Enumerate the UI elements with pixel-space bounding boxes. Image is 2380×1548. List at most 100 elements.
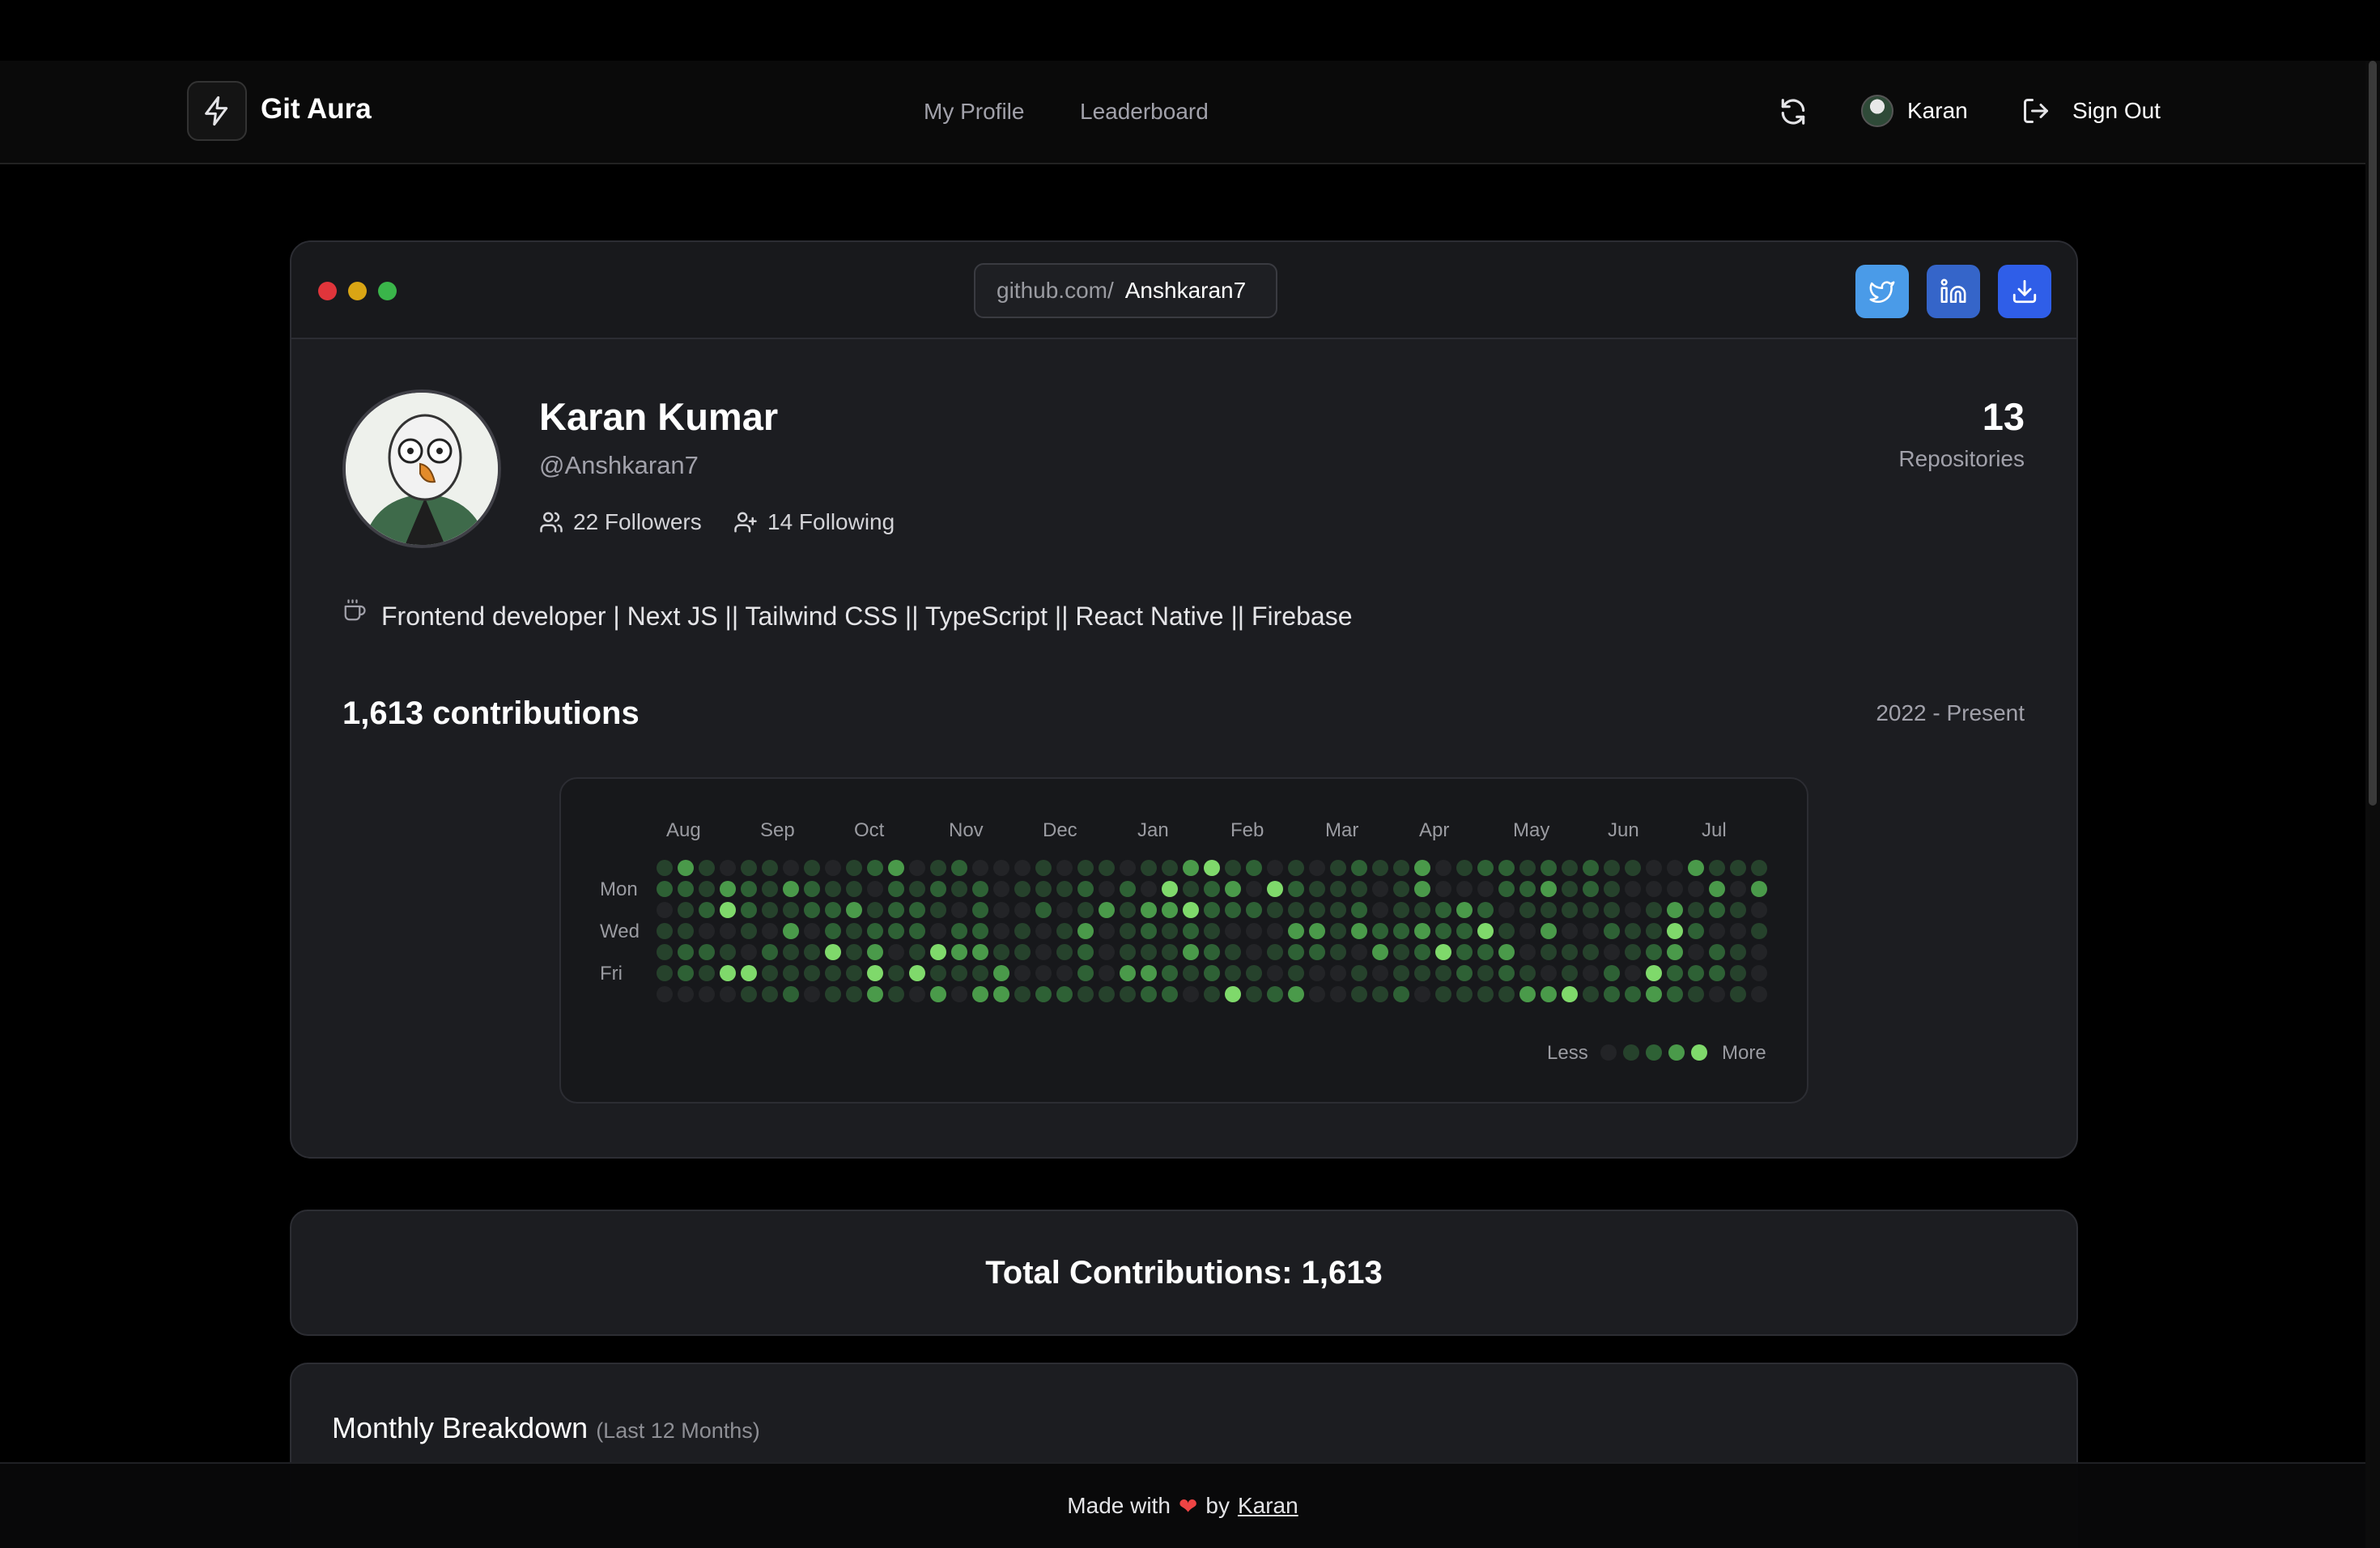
contribution-cell[interactable] <box>1162 965 1178 981</box>
contribution-cell[interactable] <box>1498 923 1515 939</box>
contribution-cell[interactable] <box>804 944 820 960</box>
contribution-cell[interactable] <box>1583 986 1599 1002</box>
contribution-cell[interactable] <box>1288 944 1304 960</box>
contribution-cell[interactable] <box>1477 944 1494 960</box>
contribution-cell[interactable] <box>909 860 925 876</box>
contribution-cell[interactable] <box>1498 944 1515 960</box>
contribution-cell[interactable] <box>846 965 862 981</box>
contribution-cell[interactable] <box>846 881 862 897</box>
contribution-cell[interactable] <box>1604 860 1620 876</box>
contribution-cell[interactable] <box>657 944 673 960</box>
contribution-cell[interactable] <box>1309 965 1325 981</box>
contribution-cell[interactable] <box>825 860 841 876</box>
contribution-cell[interactable] <box>1288 986 1304 1002</box>
contribution-cell[interactable] <box>1393 860 1409 876</box>
contribution-cell[interactable] <box>678 923 694 939</box>
contribution-cell[interactable] <box>783 881 799 897</box>
contribution-cell[interactable] <box>1751 944 1767 960</box>
contribution-cell[interactable] <box>1435 860 1451 876</box>
contribution-cell[interactable] <box>1562 881 1578 897</box>
contribution-cell[interactable] <box>657 860 673 876</box>
contribution-cell[interactable] <box>1246 923 1262 939</box>
contribution-cell[interactable] <box>1288 860 1304 876</box>
contribution-cell[interactable] <box>888 986 904 1002</box>
contribution-cell[interactable] <box>1183 986 1199 1002</box>
contribution-cell[interactable] <box>930 902 946 918</box>
contribution-cell[interactable] <box>1519 923 1536 939</box>
contribution-cell[interactable] <box>1141 881 1157 897</box>
contribution-cell[interactable] <box>1099 965 1115 981</box>
contribution-cell[interactable] <box>1309 860 1325 876</box>
contribution-cell[interactable] <box>1604 881 1620 897</box>
contribution-cell[interactable] <box>762 881 778 897</box>
contribution-cell[interactable] <box>1183 923 1199 939</box>
contribution-cell[interactable] <box>846 860 862 876</box>
contribution-cell[interactable] <box>1183 881 1199 897</box>
contribution-cell[interactable] <box>993 902 1009 918</box>
contribution-cell[interactable] <box>1330 986 1346 1002</box>
contribution-cell[interactable] <box>1309 881 1325 897</box>
contribution-cell[interactable] <box>1541 965 1557 981</box>
contribution-cell[interactable] <box>1751 881 1767 897</box>
nav-link-my-profile[interactable]: My Profile <box>924 99 1024 125</box>
contribution-cell[interactable] <box>783 944 799 960</box>
contribution-cell[interactable] <box>1351 881 1367 897</box>
contribution-cell[interactable] <box>1014 860 1031 876</box>
contribution-cell[interactable] <box>1435 923 1451 939</box>
contribution-cell[interactable] <box>741 944 757 960</box>
contribution-cell[interactable] <box>1393 986 1409 1002</box>
contribution-cell[interactable] <box>930 923 946 939</box>
contribution-cell[interactable] <box>1183 944 1199 960</box>
contribution-cell[interactable] <box>1583 902 1599 918</box>
contribution-cell[interactable] <box>1456 860 1473 876</box>
contribution-cell[interactable] <box>1646 860 1662 876</box>
contribution-cell[interactable] <box>1099 881 1115 897</box>
contribution-cell[interactable] <box>1288 881 1304 897</box>
contribution-cell[interactable] <box>1498 860 1515 876</box>
contribution-cell[interactable] <box>972 860 988 876</box>
contribution-cell[interactable] <box>1519 881 1536 897</box>
following-count[interactable]: 14 Following <box>733 509 895 535</box>
contribution-cell[interactable] <box>1056 965 1073 981</box>
contribution-cell[interactable] <box>1309 986 1325 1002</box>
contribution-cell[interactable] <box>1667 860 1683 876</box>
contribution-cell[interactable] <box>783 923 799 939</box>
contribution-cell[interactable] <box>972 965 988 981</box>
user-name[interactable]: Karan <box>1907 98 1968 124</box>
contribution-cell[interactable] <box>1183 860 1199 876</box>
contribution-cell[interactable] <box>1120 944 1136 960</box>
contribution-cell[interactable] <box>1709 860 1725 876</box>
contribution-cell[interactable] <box>804 902 820 918</box>
contribution-cell[interactable] <box>1583 923 1599 939</box>
contribution-cell[interactable] <box>1646 965 1662 981</box>
contribution-cell[interactable] <box>1077 881 1094 897</box>
contribution-cell[interactable] <box>1583 860 1599 876</box>
contribution-cell[interactable] <box>909 986 925 1002</box>
contribution-cell[interactable] <box>1625 944 1641 960</box>
contribution-cell[interactable] <box>972 944 988 960</box>
contribution-cell[interactable] <box>1014 965 1031 981</box>
contribution-cell[interactable] <box>1014 881 1031 897</box>
contribution-cell[interactable] <box>699 902 715 918</box>
contribution-cell[interactable] <box>1141 986 1157 1002</box>
contribution-cell[interactable] <box>1309 923 1325 939</box>
contribution-cell[interactable] <box>783 860 799 876</box>
contribution-cell[interactable] <box>930 944 946 960</box>
contribution-cell[interactable] <box>804 986 820 1002</box>
contribution-cell[interactable] <box>1541 944 1557 960</box>
contribution-cell[interactable] <box>930 860 946 876</box>
contribution-cell[interactable] <box>1519 902 1536 918</box>
contribution-cell[interactable] <box>1204 965 1220 981</box>
contribution-cell[interactable] <box>804 965 820 981</box>
contribution-cell[interactable] <box>1477 881 1494 897</box>
contribution-cell[interactable] <box>1372 923 1388 939</box>
contribution-cell[interactable] <box>1056 902 1073 918</box>
contribution-cell[interactable] <box>951 881 967 897</box>
contribution-cell[interactable] <box>951 965 967 981</box>
contribution-cell[interactable] <box>1246 986 1262 1002</box>
contribution-cell[interactable] <box>1330 881 1346 897</box>
contribution-cell[interactable] <box>972 881 988 897</box>
contribution-cell[interactable] <box>1372 902 1388 918</box>
contribution-cell[interactable] <box>1541 923 1557 939</box>
contribution-cell[interactable] <box>1351 986 1367 1002</box>
